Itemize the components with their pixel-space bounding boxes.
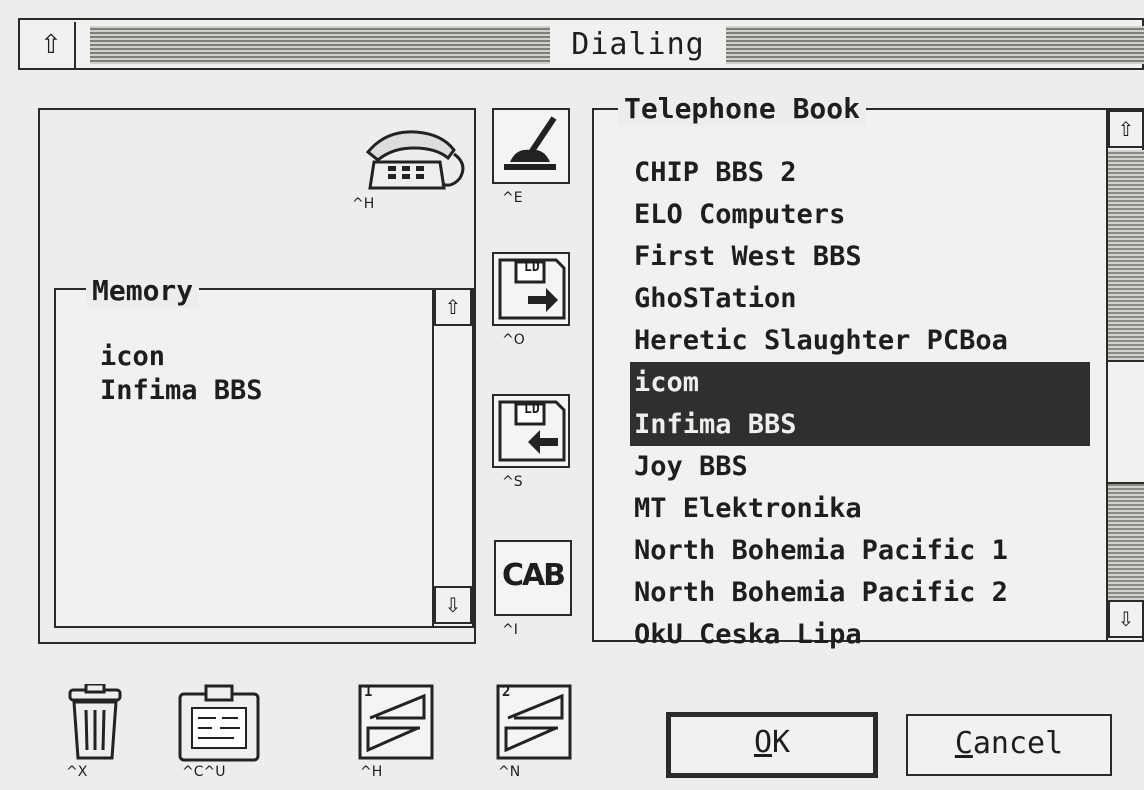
telephone-book-entry[interactable]: Joy BBS — [634, 446, 1090, 488]
cab-shortcut: ^I — [502, 622, 518, 638]
telephone-book-entries: CHIP BBS 2 ELO Computers First West BBS Gho… — [630, 152, 1090, 656]
telephone-icon[interactable] — [356, 122, 468, 202]
telephone-book-entry[interactable]: Heretic Slaughter PCBoa — [634, 320, 1090, 362]
clipboard-icon[interactable] — [176, 684, 262, 764]
telephone-book-entry[interactable]: ELO Computers — [634, 194, 1090, 236]
edit-button[interactable] — [492, 108, 570, 184]
memory-scroll-down-icon[interactable]: ⇩ — [434, 586, 472, 624]
load-disk-label: LD — [524, 260, 540, 275]
ok-label-rest: K — [772, 725, 791, 760]
telephone-book-entry[interactable]: GhoSTation — [634, 278, 1090, 320]
telephone-book-label: Telephone Book — [618, 92, 867, 126]
window-title: Dialing — [550, 26, 726, 64]
cancel-label-rest: ancel — [972, 726, 1064, 761]
telephone-book-scrollbar[interactable]: ⇧ ⇩ — [1106, 110, 1144, 640]
trash-can-icon[interactable] — [64, 682, 126, 764]
save-shortcut: ^S — [502, 474, 523, 490]
modem-1-shortcut: ^H — [360, 764, 383, 780]
edit-pen-icon — [504, 116, 557, 170]
telephone-book-entry[interactable]: CHIP BBS 2 — [634, 152, 1090, 194]
memory-scroll-up-icon[interactable]: ⇧ — [434, 288, 472, 326]
ok-hotkey: O — [753, 725, 772, 760]
memory-item[interactable]: Infima BBS — [100, 374, 263, 408]
telephone-book-entry[interactable]: North Bohemia Pacific 2 — [634, 572, 1090, 614]
cab-icon: CAB — [501, 558, 566, 593]
cancel-button[interactable]: Cancel — [906, 714, 1112, 776]
ok-button[interactable]: OK — [666, 712, 878, 778]
edit-shortcut: ^E — [502, 190, 523, 206]
scroll-thumb[interactable] — [1108, 360, 1144, 484]
modem-2-shortcut: ^N — [498, 764, 521, 780]
phone-shortcut: ^H — [352, 196, 375, 212]
telephone-book-entry[interactable]: OkU Ceska Lipa — [634, 614, 1090, 656]
cancel-hotkey: C — [954, 726, 973, 761]
memory-items: icon Infima BBS — [100, 340, 263, 408]
memory-scrollbar[interactable]: ⇧ ⇩ — [432, 288, 474, 628]
modem-1-number: 1 — [364, 684, 373, 700]
book-scroll-up-icon[interactable]: ⇧ — [1108, 110, 1144, 148]
telephone-book-entry[interactable]: First West BBS — [634, 236, 1090, 278]
telephone-book-entry[interactable]: Infima BBS — [630, 404, 1090, 446]
clipboard-shortcut: ^C^U — [182, 764, 226, 780]
memory-label: Memory — [86, 274, 200, 308]
save-disk-label: LD — [524, 402, 540, 417]
book-scroll-down-icon[interactable]: ⇩ — [1108, 600, 1144, 638]
memory-item[interactable]: icon — [100, 340, 263, 374]
title-bar[interactable]: ⇧ Dialing — [18, 18, 1144, 70]
memory-list[interactable] — [54, 288, 474, 628]
modem-2-number: 2 — [502, 684, 511, 700]
trash-shortcut: ^X — [66, 764, 88, 780]
telephone-book-entry[interactable]: icom — [630, 362, 1090, 404]
telephone-book-entry[interactable]: North Bohemia Pacific 1 — [634, 530, 1090, 572]
cab-button[interactable]: CAB — [494, 540, 572, 616]
telephone-book-entry[interactable]: MT Elektronika — [634, 488, 1090, 530]
close-box-glyph: ⇧ — [40, 30, 62, 60]
close-box-icon[interactable]: ⇧ — [22, 22, 76, 68]
load-shortcut: ^O — [502, 332, 525, 348]
